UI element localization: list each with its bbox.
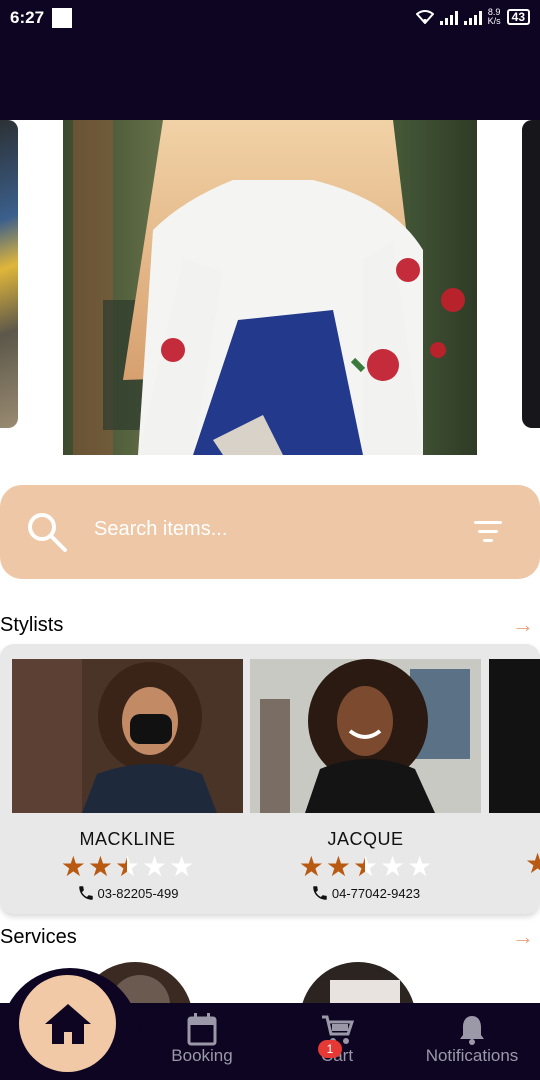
carousel-card-next[interactable] — [522, 120, 540, 428]
star-icon: ★ — [525, 848, 540, 879]
nav-booking-label: Booking — [171, 1046, 233, 1065]
banner-carousel[interactable] — [0, 120, 540, 465]
stylist-photo — [250, 659, 481, 813]
stylist-phone-number: 04-77042-9423 — [331, 885, 421, 901]
star-empty-icon: ★ — [142, 851, 168, 882]
stylists-list[interactable]: MACKLINE ★ ★ ★ ★ ★ 03-82205-499 JACQUE — [0, 644, 540, 914]
nav-booking[interactable]: Booking — [164, 1010, 240, 1066]
stylists-arrow-icon[interactable]: → — [512, 612, 534, 638]
system-icons: 8.9 K/s 43 — [415, 8, 530, 26]
star-half-icon: ★ — [115, 852, 140, 883]
net-speed-unit: K/s — [487, 16, 501, 26]
bell-icon — [460, 1016, 484, 1045]
star-empty-icon: ★ — [169, 851, 195, 882]
search-bar[interactable]: Search items... — [0, 485, 540, 579]
search-input[interactable]: Search items... — [94, 518, 227, 541]
stylist-photo — [12, 659, 243, 813]
star-empty-icon: ★ — [380, 851, 406, 882]
banner-image — [63, 120, 477, 455]
phone-icon — [78, 886, 93, 900]
wifi-icon — [415, 10, 434, 24]
stylist-rating: ★ — [489, 849, 540, 879]
stylist-image — [12, 659, 243, 813]
stylist-rating: ★ ★ ★ ★ ★ — [12, 851, 243, 883]
services-arrow-icon[interactable]: → — [512, 924, 534, 950]
services-title: Services — [0, 926, 77, 948]
status-bar: 6:27 8.9 K/s 43 — [0, 0, 540, 36]
stylist-name: MACKLINE — [79, 829, 176, 849]
nav-cart[interactable]: Cart — [304, 1010, 370, 1066]
stylist-card-partial[interactable]: ★ — [489, 659, 540, 879]
home-button[interactable] — [19, 975, 116, 1072]
nav-notifications-label: Notifications — [425, 1046, 519, 1065]
battery-icon: 43 — [506, 9, 530, 25]
stylist-rating: ★ ★ ★ ★ ★ — [250, 851, 481, 883]
nav-notifications[interactable]: Notifications — [418, 1010, 526, 1066]
stylist-name: JACQUE — [327, 829, 404, 849]
cart-badge: 1 — [318, 1040, 342, 1058]
stylist-phone[interactable]: 03-82205-499 — [12, 884, 243, 902]
carousel-card-current[interactable] — [63, 120, 477, 455]
stylists-title: Stylists — [0, 614, 64, 636]
stylist-phone[interactable]: 04-77042-9423 — [250, 884, 481, 902]
stylist-image — [250, 659, 481, 813]
search-icon[interactable] — [26, 511, 68, 553]
star-icon: ★ — [60, 851, 86, 882]
star-icon: ★ — [87, 851, 113, 882]
star-icon: ★ — [298, 851, 324, 882]
star-empty-icon: ★ — [407, 851, 433, 882]
home-icon — [44, 1003, 91, 1044]
stylist-card[interactable]: JACQUE ★ ★ ★ ★ ★ 04-77042-9423 — [250, 659, 481, 902]
signal-icon — [439, 9, 458, 25]
filter-icon[interactable] — [472, 521, 504, 545]
star-icon: ★ — [325, 851, 351, 882]
phone-icon — [313, 886, 327, 900]
star-half-icon: ★ — [353, 852, 378, 883]
notification-icon — [52, 8, 72, 28]
carousel-card-previous[interactable] — [0, 120, 18, 428]
net-speed: 8.9 K/s — [488, 8, 501, 26]
stylist-photo — [489, 659, 540, 813]
status-time: 6:27 — [10, 8, 45, 27]
stylist-phone-number: 03-82205-499 — [97, 885, 179, 901]
app-bar — [0, 36, 540, 120]
signal-icon-2 — [463, 9, 482, 25]
stylist-card[interactable]: MACKLINE ★ ★ ★ ★ ★ 03-82205-499 — [12, 659, 243, 902]
calendar-icon — [187, 1013, 217, 1046]
